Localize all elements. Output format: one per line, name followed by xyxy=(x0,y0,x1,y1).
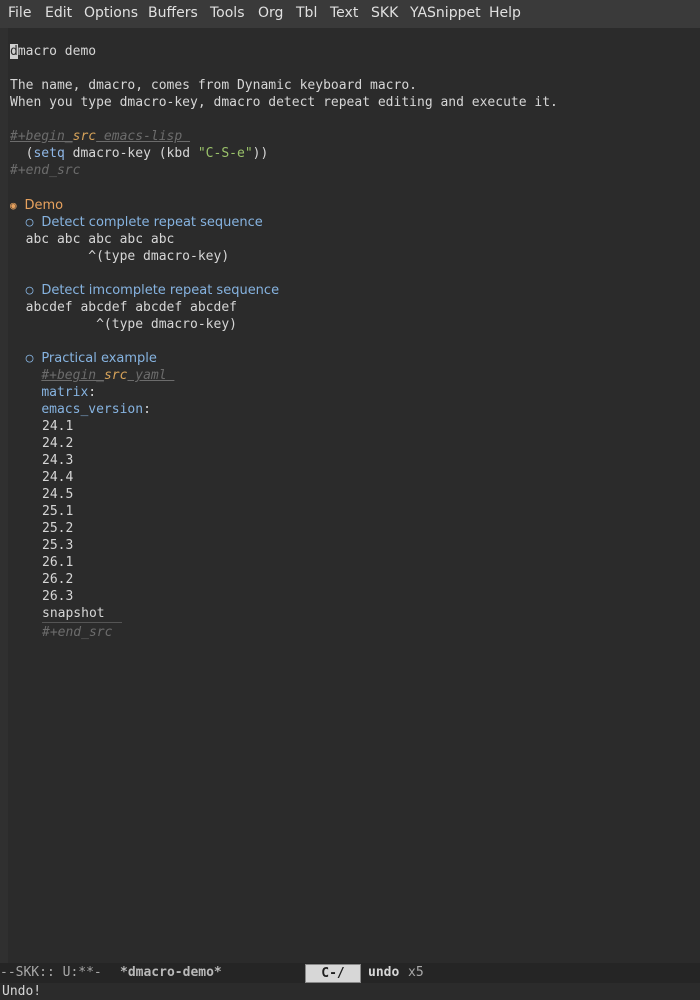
menu-tools[interactable]: Tools xyxy=(210,5,245,21)
menu-text[interactable]: Text xyxy=(330,5,358,21)
modeline-status: --SKK:: U:**- xyxy=(0,965,118,980)
document-title: dmacro demo xyxy=(10,44,97,59)
menu-yasnippet[interactable]: YASnippet xyxy=(410,5,481,21)
version-item: 24.2 xyxy=(42,436,74,451)
menu-options[interactable]: Options xyxy=(84,5,138,21)
example-line: abcdef abcdef abcdef abcdef xyxy=(10,300,237,315)
version-item: 26.3 xyxy=(42,589,74,604)
echo-area: Undo! xyxy=(2,984,42,999)
subheading-practical[interactable]: ○ Practical example xyxy=(10,350,157,367)
example-hint: ^(type dmacro-key) xyxy=(10,317,237,332)
version-item: 25.2 xyxy=(42,521,74,536)
menu-help[interactable]: Help xyxy=(489,5,521,21)
intro-line-2: When you type dmacro-key, dmacro detect … xyxy=(10,95,558,110)
intro-line-1: The name, dmacro, comes from Dynamic key… xyxy=(10,78,417,93)
src-begin-emacs-lisp: #+begin_src emacs-lisp xyxy=(10,129,191,144)
heading-bullet-icon: ◉ xyxy=(10,199,17,212)
subheading-incomplete[interactable]: ○ Detect imcomplete repeat sequence xyxy=(10,282,279,299)
text-cursor: d xyxy=(10,44,18,59)
keycast-command: undo xyxy=(368,965,400,980)
mode-line: --SKK:: U:**- *dmacro-demo* C-/ undo x5 xyxy=(0,963,700,983)
yaml-matrix: matrix: xyxy=(41,385,97,400)
src-begin-yaml: #+begin_src yaml xyxy=(41,368,175,383)
keycast-count: x5 xyxy=(408,965,424,980)
menu-org[interactable]: Org xyxy=(258,5,283,21)
editor-buffer[interactable]: dmacro demo The name, dmacro, comes from… xyxy=(10,28,700,963)
version-item: 26.1 xyxy=(42,555,74,570)
subheading-bullet-icon: ○ xyxy=(25,215,34,230)
keycast-key-badge: C-/ xyxy=(305,964,361,983)
example-line: abc abc abc abc abc xyxy=(10,232,175,247)
subheading-bullet-icon: ○ xyxy=(25,351,34,366)
yaml-emacs-version: emacs_version: xyxy=(41,402,151,417)
version-item: 24.1 xyxy=(42,419,74,434)
menu-file[interactable]: File xyxy=(8,5,31,21)
src-code-setq: (setq dmacro-key (kbd "C-S-e")) xyxy=(10,146,269,161)
left-fringe xyxy=(0,28,8,963)
example-hint: ^(type dmacro-key) xyxy=(10,249,230,264)
modeline-buffer-name: *dmacro-demo* xyxy=(120,965,222,980)
menu-edit[interactable]: Edit xyxy=(45,5,72,21)
version-item: 25.3 xyxy=(42,538,74,553)
subheading-complete[interactable]: ○ Detect complete repeat sequence xyxy=(10,214,263,231)
src-end-1: #+end_src xyxy=(10,163,81,178)
heading-demo[interactable]: ◉ Demo xyxy=(10,197,63,214)
version-item: 26.2 xyxy=(42,572,74,587)
src-end-2: #+end_src xyxy=(42,625,113,640)
snapshot-line: snapshot xyxy=(42,605,122,623)
subheading-bullet-icon: ○ xyxy=(25,283,34,298)
menu-skk[interactable]: SKK xyxy=(371,5,398,21)
version-item: 24.5 xyxy=(42,487,74,502)
menu-bar: File Edit Options Buffers Tools Org Tbl … xyxy=(0,0,700,28)
version-item: 24.3 xyxy=(42,453,74,468)
menu-tbl[interactable]: Tbl xyxy=(296,5,317,21)
version-item: 24.4 xyxy=(42,470,74,485)
menu-buffers[interactable]: Buffers xyxy=(148,5,198,21)
version-item: 25.1 xyxy=(42,504,74,519)
